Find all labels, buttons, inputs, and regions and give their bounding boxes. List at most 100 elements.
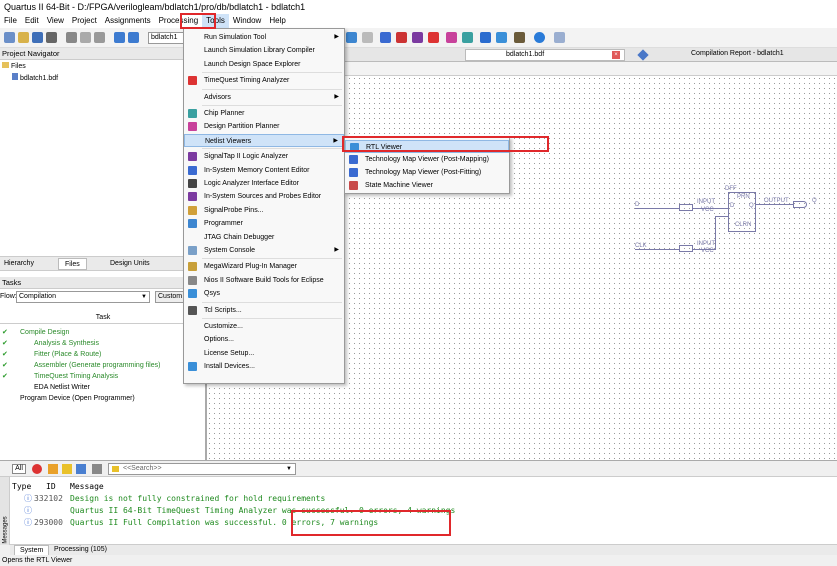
tools-menu-item-label: Customize... [204,323,243,330]
tools-menu-item-tcl-scripts[interactable]: Tcl Scripts... [184,304,344,317]
task-item[interactable]: Fitter (Place & Route) [34,349,101,360]
tools-menu-item-in-system-sources-and-probes-editor[interactable]: In-System Sources and Probes Editor [184,190,344,203]
task-item[interactable]: Assembler (Generate programming files) [34,360,160,371]
tools-menu-item-signaltap-ii-logic-analyzer[interactable]: SignalTap II Logic Analyzer [184,150,344,163]
file-item[interactable]: bdlatch1.bdf [12,73,58,82]
tools-menu-item-install-devices[interactable]: Install Devices... [184,360,344,373]
filter-all-button[interactable]: All [12,464,26,474]
tools-menu-item-system-console[interactable]: System Console ▶ [184,244,344,257]
tab-report[interactable]: Compilation Report - bdlatch1 [637,49,837,61]
tools-menu-item-jtag-chain-debugger[interactable]: JTAG Chain Debugger [184,231,344,244]
compile-icon[interactable] [346,32,357,43]
dff-label: DFF [725,186,737,192]
task-item[interactable]: Program Device (Open Programmer) [20,393,135,404]
tools-menu-item-run-simulation-tool[interactable]: Run Simulation Tool ▶ [184,31,344,44]
task-item[interactable]: TimeQuest Timing Analysis [34,371,118,382]
task-item[interactable]: EDA Netlist Writer [34,382,90,393]
tools-menu-item-label: Options... [204,336,234,344]
critical-warning-icon[interactable] [48,464,58,474]
new-file-icon[interactable] [4,32,15,43]
netlist-icon[interactable] [496,32,507,43]
task-item[interactable]: Analysis & Synthesis [34,338,99,349]
suppressed-icon[interactable] [92,464,102,474]
message-search-input[interactable]: <<Search>> ▼ [108,463,296,475]
project-combo[interactable]: bdlatch1 [148,32,184,44]
folder-icon [2,62,9,68]
tools-menu-item-advisors[interactable]: Advisors ▶ [184,91,344,104]
info-icon[interactable] [76,464,86,474]
message-text[interactable]: Design is not fully constrained for hold… [70,493,325,504]
tools-menu-item-signalprobe-pins[interactable]: SignalProbe Pins... [184,204,344,217]
stop-icon[interactable] [362,32,373,43]
tab-hierarchy[interactable]: Hierarchy [4,260,34,267]
input-pin-d[interactable] [679,204,693,211]
menu-window[interactable]: Window [229,14,265,28]
custom-button[interactable]: Custom [155,291,185,303]
pin-planner-icon[interactable] [446,32,457,43]
tool-icon [188,122,197,132]
flow-select[interactable]: Compilation ▼ [16,291,150,303]
menu-bar: File Edit View Project Assignments Processing… [0,14,837,28]
synthesis-icon[interactable] [396,32,407,43]
tools-menu-item-megawizard-plug-in-manager[interactable]: MegaWizard Plug-In Manager [184,260,344,273]
tools-menu-item-nios-ii-software-build-tools-for-eclipse[interactable]: Nios II Software Build Tools for Eclipse [184,274,344,287]
netlist-menu-item-technology-map-viewer-post-fitting[interactable]: Technology Map Viewer (Post-Fitting) [345,166,509,179]
tools-menu-item-customize[interactable]: Customize... [184,320,344,333]
tab-design-units[interactable]: Design Units [110,260,150,267]
tools-menu-item-programmer[interactable]: Programmer [184,217,344,230]
open-folder-icon[interactable] [18,32,29,43]
programmer-icon[interactable] [480,32,491,43]
chevron-down-icon: ▼ [141,294,147,300]
tool-icon [188,76,197,86]
tools-menu-item-logic-analyzer-interface-editor[interactable]: Logic Analyzer Interface Editor [184,177,344,190]
paste-icon[interactable] [94,32,105,43]
tools-menu-item-timequest-timing-analyzer[interactable]: TimeQuest Timing Analyzer [184,74,344,87]
tools-menu-item-chip-planner[interactable]: Chip Planner [184,107,344,120]
menu-project[interactable]: Project [68,14,101,28]
tools-menu-item-launch-design-space-explorer[interactable]: Launch Design Space Explorer [184,58,344,71]
chip-planner-icon[interactable] [462,32,473,43]
tools-menu-item-launch-simulation-library-compiler[interactable]: Launch Simulation Library Compiler [184,44,344,57]
sopc-icon[interactable] [514,32,525,43]
error-filter-icon[interactable] [32,464,42,474]
dff-d-pin: D [730,203,735,209]
col-type: Type [12,482,32,491]
task-item[interactable]: Compile Design [20,327,69,338]
close-icon[interactable]: × [612,51,620,59]
tools-menu-item-qsys[interactable]: Qsys [184,287,344,300]
files-folder[interactable]: Files [2,62,26,70]
warning-icon[interactable] [62,464,72,474]
output-pin-q[interactable] [793,201,807,208]
menu-assignments[interactable]: Assignments [101,14,155,28]
timing-icon[interactable] [428,32,439,43]
save-icon[interactable] [32,32,43,43]
tab-files[interactable]: Files [58,258,87,270]
filter-icon [112,466,119,472]
help-icon[interactable] [534,32,545,43]
tools-menu-item-design-partition-planner[interactable]: Design Partition Planner [184,120,344,133]
fitter-icon[interactable] [412,32,423,43]
print-icon[interactable] [46,32,57,43]
tools-menu-item-netlist-viewers[interactable]: Netlist Viewers ▶ [184,133,344,147]
input-pin-clk[interactable] [679,245,693,252]
whats-this-icon[interactable] [554,32,565,43]
analysis-icon[interactable] [380,32,391,43]
tab-processing[interactable]: Processing (105) [54,546,107,553]
netlist-menu-item-technology-map-viewer-post-mapping[interactable]: Technology Map Viewer (Post-Mapping) [345,153,509,166]
redo-icon[interactable] [128,32,139,43]
menu-file[interactable]: File [0,14,21,28]
menu-edit[interactable]: Edit [21,14,43,28]
undo-icon[interactable] [114,32,125,43]
tools-menu-item-options[interactable]: Options... [184,333,344,346]
menu-view[interactable]: View [43,14,68,28]
tools-menu-item-license-setup[interactable]: License Setup... [184,347,344,360]
menu-help[interactable]: Help [265,14,289,28]
tab-bdf[interactable]: bdlatch1.bdf × [465,49,625,61]
messages-side-tab[interactable]: Messages [0,477,10,545]
tools-menu-item-label: Programmer [204,220,243,228]
check-icon: ✔ [2,362,8,369]
netlist-menu-item-state-machine-viewer[interactable]: State Machine Viewer [345,179,509,192]
copy-icon[interactable] [80,32,91,43]
tools-menu-item-in-system-memory-content-editor[interactable]: In-System Memory Content Editor [184,164,344,177]
cut-icon[interactable] [66,32,77,43]
